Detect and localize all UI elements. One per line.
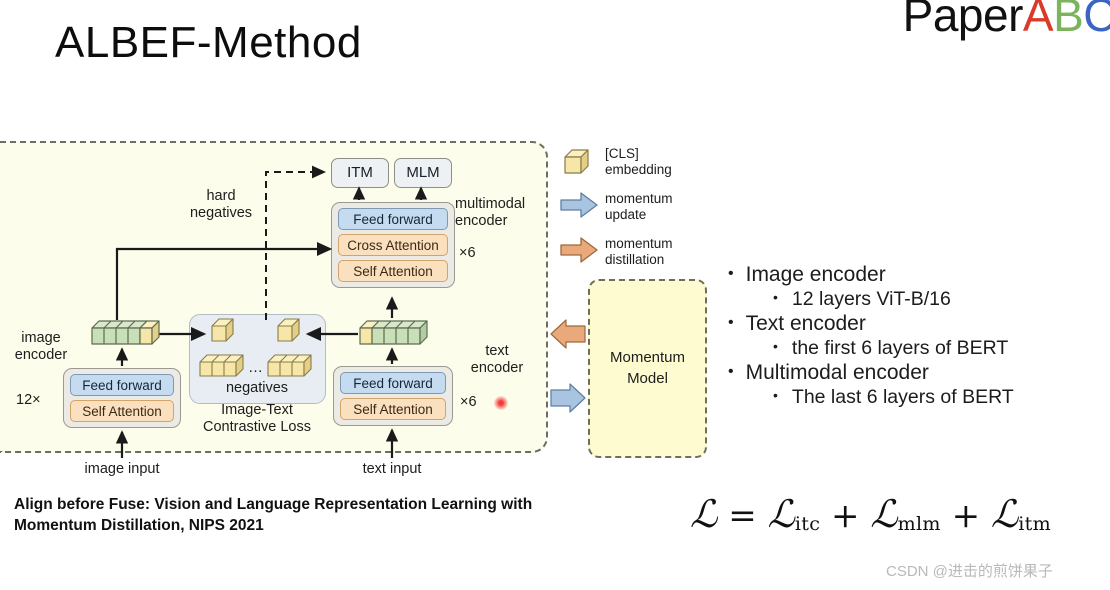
diagram-legend: [CLS] embedding momentum update momentum… xyxy=(557,144,717,279)
momentum-distillation-arrow xyxy=(550,319,586,349)
label-image-encoder: image encoder xyxy=(14,330,68,364)
mlm-head-box: MLM xyxy=(394,158,452,188)
paperabc-logo: PaperABC xyxy=(903,0,1110,42)
formula-plus-1: + xyxy=(830,496,860,536)
multimodal-feed-forward-block: Feed forward xyxy=(338,208,448,230)
label-text-repeat: ×6 xyxy=(460,394,477,410)
bullet-list: • Image encoder • 12 layers ViT-B/16 • T… xyxy=(728,263,1110,410)
formula-term3-base: ℒ xyxy=(990,492,1019,536)
bullet-text: Multimodal encoder xyxy=(745,361,929,384)
label-negatives: negatives xyxy=(225,380,289,396)
momentum-model-label: Momentum Model xyxy=(609,349,686,387)
momentum-update-arrow xyxy=(550,383,586,413)
formula-term1-sub: itc xyxy=(794,513,821,536)
bullet-text: Text encoder xyxy=(745,312,866,335)
bullet-dot-icon: • xyxy=(728,265,734,282)
formula-lhs: ℒ xyxy=(690,492,718,536)
label-image-repeat: 12× xyxy=(16,392,41,408)
paper-caption: Align before Fuse: Vision and Language R… xyxy=(14,496,533,535)
label-multimodal-encoder: multimodal encoder xyxy=(455,196,526,230)
csdn-watermark: CSDN @进击的煎饼果子 xyxy=(886,563,1053,580)
multimodal-self-attention-block: Self Attention xyxy=(338,260,448,282)
bullet-dot-icon: • xyxy=(728,363,734,380)
formula-plus-2: + xyxy=(951,496,981,536)
page-title: ALBEF-Method xyxy=(55,18,362,67)
bullet-item-image-encoder: • Image encoder xyxy=(728,263,1110,287)
logo-text-paper: Paper xyxy=(902,0,1024,41)
bullet-text: 12 layers ViT-B/16 xyxy=(791,288,951,310)
blue-arrow-icon xyxy=(557,190,605,224)
label-image-input: image input xyxy=(84,461,160,477)
orange-arrow-icon xyxy=(557,235,605,269)
momentum-model-box: Momentum Model xyxy=(588,279,707,458)
bullet-dot-icon: • xyxy=(728,314,734,331)
legend-item-cls-embedding: [CLS] embedding xyxy=(557,144,717,180)
formula-term2-sub: mlm xyxy=(897,513,941,536)
formula-term3-sub: itm xyxy=(1018,513,1051,536)
bullet-text: The last 6 layers of BERT xyxy=(791,386,1014,408)
text-feed-forward-block: Feed forward xyxy=(340,372,446,394)
image-feed-forward-block: Feed forward xyxy=(70,374,174,396)
label-itc-loss: Image-Text Contrastive Loss xyxy=(203,402,311,436)
bullet-dot-icon: • xyxy=(773,289,778,305)
logo-letter-a: A xyxy=(1022,0,1054,41)
bullet-item-last-6-bert: • The last 6 layers of BERT xyxy=(728,386,1110,409)
label-text-encoder: text encoder xyxy=(470,343,524,377)
multimodal-cross-attention-block: Cross Attention xyxy=(338,234,448,256)
formula-term1-base: ℒ xyxy=(767,492,795,536)
bullet-dot-icon: • xyxy=(773,387,778,403)
bullet-item-vit: • 12 layers ViT-B/16 xyxy=(728,288,1110,311)
text-self-attention-block: Self Attention xyxy=(340,398,446,420)
itm-head-box: ITM xyxy=(331,158,389,188)
text-encoder-stack: Feed forward Self Attention xyxy=(333,366,453,426)
legend-label-momentum-update: momentum update xyxy=(605,191,673,222)
logo-letter-c: C xyxy=(1083,0,1110,41)
label-text-input: text input xyxy=(362,461,422,477)
label-hard-negatives: hard negatives xyxy=(189,188,253,222)
bullet-text: Image encoder xyxy=(745,263,886,286)
formula-term2-base: ℒ xyxy=(870,492,898,536)
multimodal-encoder-stack: Feed forward Cross Attention Self Attent… xyxy=(331,202,455,288)
logo-letter-b: B xyxy=(1053,0,1084,41)
label-multimodal-repeat: ×6 xyxy=(459,245,476,261)
bullet-item-multimodal-encoder: • Multimodal encoder xyxy=(728,361,1110,385)
loss-formula: ℒ = ℒitc + ℒmlm + ℒitm xyxy=(690,492,1051,536)
cls-cube-icon xyxy=(557,145,605,179)
legend-item-momentum-distillation: momentum distillation xyxy=(557,234,717,270)
formula-equals: = xyxy=(728,496,757,536)
image-encoder-stack: Feed forward Self Attention xyxy=(63,368,181,428)
bullet-item-text-encoder: • Text encoder xyxy=(728,312,1110,336)
legend-item-momentum-update: momentum update xyxy=(557,189,717,225)
bullet-dot-icon: • xyxy=(773,338,778,354)
legend-label-momentum-distillation: momentum distillation xyxy=(605,236,673,267)
legend-label-cls-embedding: [CLS] embedding xyxy=(605,146,672,177)
bullet-text: the first 6 layers of BERT xyxy=(791,337,1009,359)
image-self-attention-block: Self Attention xyxy=(70,400,174,422)
bullet-item-first-6-bert: • the first 6 layers of BERT xyxy=(728,337,1110,360)
laser-pointer-dot xyxy=(494,396,508,410)
